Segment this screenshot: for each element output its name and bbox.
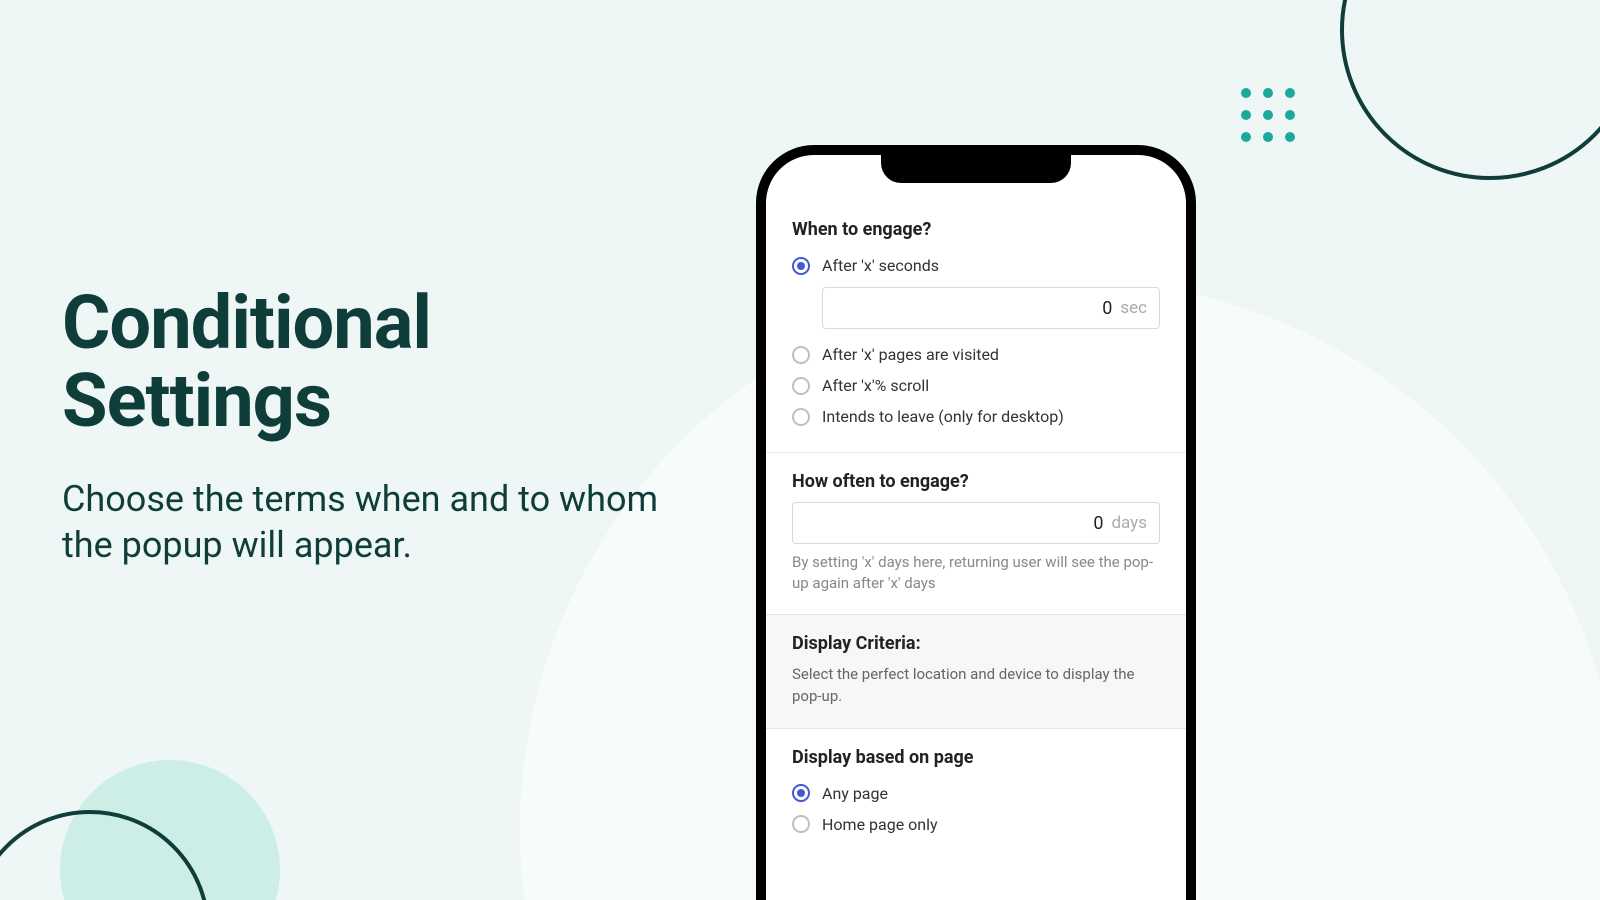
radio-icon (792, 815, 810, 833)
radio-label: Any page (822, 784, 888, 803)
section-how-often: How often to engage? 0 days By setting '… (766, 453, 1186, 615)
radio-home-page-only[interactable]: Home page only (792, 809, 1160, 840)
radio-label: Home page only (822, 815, 938, 834)
hero-copy: Conditional Settings Choose the terms wh… (62, 285, 702, 569)
dot-grid-icon (1241, 88, 1295, 142)
display-criteria-heading: Display Criteria: (792, 633, 1160, 654)
decorative-arc-top (1340, 0, 1600, 180)
radio-label: After 'x' seconds (822, 256, 939, 275)
radio-after-scroll[interactable]: After 'x'% scroll (792, 370, 1160, 401)
display-page-heading: Display based on page (792, 747, 1160, 768)
how-often-help: By setting 'x' days here, returning user… (792, 552, 1160, 594)
phone-mockup: When to engage? After 'x' seconds 0 sec … (756, 145, 1196, 900)
radio-intends-to-leave[interactable]: Intends to leave (only for desktop) (792, 401, 1160, 432)
how-often-heading: How often to engage? (792, 471, 1160, 492)
radio-label: After 'x' pages are visited (822, 345, 999, 364)
display-criteria-desc: Select the perfect location and device t… (792, 664, 1160, 708)
radio-icon (792, 377, 810, 395)
radio-icon (792, 257, 810, 275)
section-display-criteria: Display Criteria: Select the perfect loc… (766, 615, 1186, 729)
section-when-to-engage: When to engage? After 'x' seconds 0 sec … (766, 201, 1186, 453)
radio-label: After 'x'% scroll (822, 376, 929, 395)
page-title: Conditional Settings (62, 285, 702, 440)
radio-icon (792, 784, 810, 802)
seconds-input[interactable]: 0 sec (822, 287, 1160, 329)
when-heading: When to engage? (792, 219, 1160, 240)
radio-icon (792, 346, 810, 364)
radio-label: Intends to leave (only for desktop) (822, 407, 1064, 426)
phone-notch (881, 155, 1071, 183)
section-display-page: Display based on page Any page Home page… (766, 729, 1186, 860)
page-subtitle: Choose the terms when and to whom the po… (62, 476, 702, 568)
days-value: 0 (1093, 513, 1103, 534)
phone-screen: When to engage? After 'x' seconds 0 sec … (766, 201, 1186, 900)
radio-any-page[interactable]: Any page (792, 778, 1160, 809)
radio-after-pages[interactable]: After 'x' pages are visited (792, 339, 1160, 370)
radio-icon (792, 408, 810, 426)
days-input[interactable]: 0 days (792, 502, 1160, 544)
radio-after-seconds[interactable]: After 'x' seconds (792, 250, 1160, 281)
seconds-suffix: sec (1120, 298, 1147, 318)
days-suffix: days (1111, 513, 1147, 533)
seconds-value: 0 (1102, 298, 1112, 319)
